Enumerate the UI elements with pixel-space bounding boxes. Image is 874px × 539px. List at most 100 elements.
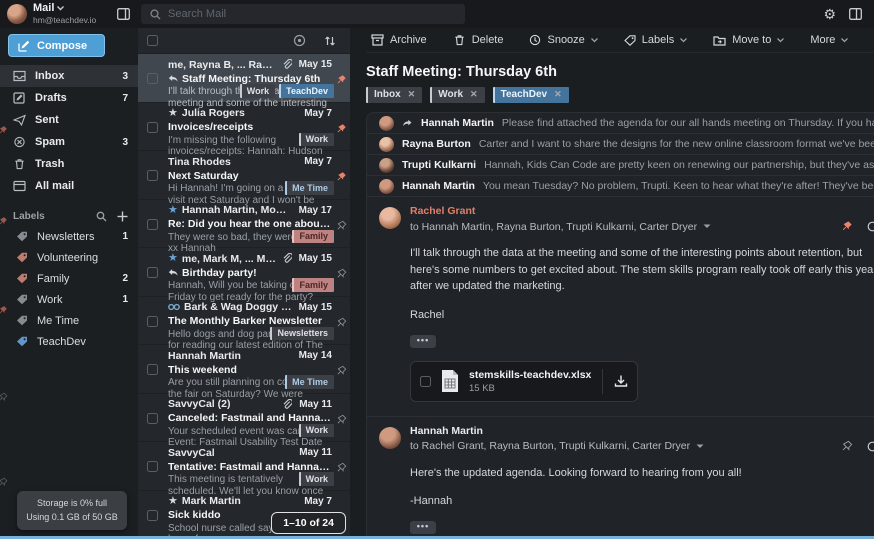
sender-name[interactable]: Rachel Grant xyxy=(410,205,475,217)
label-chip[interactable]: Family xyxy=(292,230,334,244)
app-title[interactable]: Mail xyxy=(33,3,54,14)
label-chip[interactable]: Family xyxy=(292,278,334,292)
move-to-button[interactable]: Move to xyxy=(713,34,784,46)
star-icon[interactable]: ★ xyxy=(168,496,178,507)
collapsed-message[interactable]: Hannah Martin Please find attached the a… xyxy=(367,113,874,134)
message-row[interactable]: SavvyCal May 11 Tentative: Fastmail and … xyxy=(138,442,350,491)
archive-button[interactable]: Archive xyxy=(371,34,427,46)
label-chip[interactable]: Work xyxy=(240,84,275,98)
collapsed-message[interactable]: Hannah Martin You mean Tuesday? No probl… xyxy=(367,176,874,197)
account-menu[interactable]: Mail hm@teachdev.io xyxy=(0,0,138,28)
sidebar-label-me-time[interactable]: Me Time xyxy=(0,310,138,331)
message-row[interactable]: Hannah Martin May 14 This weekend Are yo… xyxy=(138,345,350,394)
snooze-button[interactable]: Snooze xyxy=(529,34,597,46)
pushpin-icon[interactable] xyxy=(335,220,347,232)
thread-tag-work[interactable]: Work✕ xyxy=(430,87,484,103)
delete-button[interactable]: Snooze Delete xyxy=(453,34,504,46)
more-button[interactable]: More xyxy=(810,34,848,46)
pushpin-icon[interactable] xyxy=(335,414,347,426)
message-row[interactable]: ★ Hannah Martin, Mom (4) May 17 Re: Did … xyxy=(138,200,350,249)
row-checkbox[interactable] xyxy=(147,316,158,327)
recipients[interactable]: to Rachel Grant, Rayna Burton, Trupti Ku… xyxy=(410,440,690,452)
pushpin-icon[interactable] xyxy=(335,317,347,329)
sidebar-item-inbox[interactable]: Inbox 3 xyxy=(0,65,138,87)
sidebar-label-family[interactable]: Family 2 xyxy=(0,268,138,289)
collapsed-message[interactable]: Rayna Burton Carter and I want to share … xyxy=(367,134,874,155)
label-chip[interactable]: Newsletters xyxy=(270,327,334,341)
label-chip[interactable]: TeachDev xyxy=(279,84,334,98)
pushpin-icon[interactable] xyxy=(335,171,347,183)
sidebar-item-trash[interactable]: Trash xyxy=(0,153,138,175)
quoted-text-toggle[interactable]: ••• xyxy=(410,335,436,348)
remove-tag-icon[interactable]: ✕ xyxy=(408,89,416,100)
message-row[interactable]: SavvyCal (2) May 11 Canceled: Fastmail a… xyxy=(138,394,350,443)
unread-toggle-icon[interactable] xyxy=(867,221,874,232)
compose-button[interactable]: Compose xyxy=(8,34,105,57)
star-icon[interactable]: ★ xyxy=(168,253,178,264)
labels-button[interactable]: Labels xyxy=(624,34,687,46)
sidebar-label-work[interactable]: Work 1 xyxy=(0,289,138,310)
message-row[interactable]: Tina Rhodes May 7 Next Saturday Hi Hanna… xyxy=(138,151,350,200)
star-icon[interactable]: ★ xyxy=(168,205,178,216)
row-checkbox[interactable] xyxy=(147,267,158,278)
message-row[interactable]: ★ me, Mark M, ... Mary G (8) May 15 Birt… xyxy=(138,248,350,297)
row-checkbox[interactable] xyxy=(147,122,158,133)
settings-gear-icon[interactable]: ⚙ xyxy=(823,7,836,21)
tag-icon xyxy=(624,35,636,46)
message-row[interactable]: me, Rayna B, ... Rachel G (6) May 15 Sta… xyxy=(138,54,350,103)
read-filter-icon[interactable] xyxy=(293,34,306,47)
message-row[interactable]: Bark & Wag Doggy Daycare May 15 The Mont… xyxy=(138,297,350,346)
spreadsheet-file-icon xyxy=(440,369,460,393)
label-search-icon[interactable] xyxy=(96,211,107,222)
sidebar-item-drafts[interactable]: Drafts 7 xyxy=(0,87,138,109)
download-icon[interactable] xyxy=(614,374,628,388)
pushpin-icon[interactable] xyxy=(335,462,347,474)
sidebar-label-newsletters[interactable]: Newsletters 1 xyxy=(0,226,138,247)
unread-toggle-icon[interactable] xyxy=(867,441,874,452)
label-chip[interactable]: Work xyxy=(299,133,334,147)
add-label-icon[interactable] xyxy=(117,211,128,222)
sidebar-item-all-mail[interactable]: All mail xyxy=(0,175,138,197)
star-icon[interactable]: ★ xyxy=(168,108,178,119)
sidebar-toggle-icon[interactable] xyxy=(117,8,130,20)
label-chip[interactable]: Me Time xyxy=(285,375,334,389)
quoted-text-toggle[interactable]: ••• xyxy=(410,521,436,534)
row-checkbox[interactable] xyxy=(147,510,158,521)
chevron-down-icon[interactable] xyxy=(703,224,711,229)
label-chip[interactable]: Me Time xyxy=(285,181,334,195)
chevron-down-icon[interactable] xyxy=(696,444,704,449)
avatar[interactable] xyxy=(7,4,27,24)
remove-tag-icon[interactable]: ✕ xyxy=(470,89,478,100)
remove-tag-icon[interactable]: ✕ xyxy=(554,89,562,100)
label-chip[interactable]: Work xyxy=(299,472,334,486)
label-chip[interactable]: Work xyxy=(299,424,334,438)
pushpin-icon[interactable] xyxy=(840,220,853,233)
row-checkbox[interactable] xyxy=(147,219,158,230)
sidebar-label-volunteering[interactable]: Volunteering xyxy=(0,247,138,268)
select-all-checkbox[interactable] xyxy=(147,35,158,46)
thread-tag-teachdev[interactable]: TeachDev✕ xyxy=(493,87,569,103)
reading-pane-toggle-icon[interactable] xyxy=(849,8,862,20)
message-row[interactable]: ★ Julia Rogers May 7 Invoices/receipts I… xyxy=(138,103,350,152)
attachment-card[interactable]: stemskills-teachdev.xlsx 15 KB xyxy=(410,361,638,402)
row-checkbox[interactable] xyxy=(147,461,158,472)
row-checkbox[interactable] xyxy=(147,413,158,424)
sender-name[interactable]: Hannah Martin xyxy=(410,425,483,437)
thread-tag-inbox[interactable]: Inbox✕ xyxy=(366,87,422,103)
row-checkbox[interactable] xyxy=(147,73,158,84)
sidebar-item-sent[interactable]: Sent xyxy=(0,109,138,131)
row-checkbox[interactable] xyxy=(147,170,158,181)
sidebar-item-spam[interactable]: Spam 3 xyxy=(0,131,138,153)
pushpin-icon[interactable] xyxy=(840,440,853,453)
pushpin-icon[interactable] xyxy=(335,123,347,135)
attachment-checkbox[interactable] xyxy=(420,376,431,387)
sidebar-label-teachdev[interactable]: TeachDev xyxy=(0,331,138,352)
search-input[interactable]: Search Mail xyxy=(141,4,465,24)
recipients[interactable]: to Hannah Martin, Rayna Burton, Trupti K… xyxy=(410,221,697,233)
pushpin-icon[interactable] xyxy=(335,365,347,377)
collapsed-message[interactable]: Trupti Kulkarni Hannah, Kids Can Code ar… xyxy=(367,155,874,176)
row-checkbox[interactable] xyxy=(147,364,158,375)
pushpin-icon[interactable] xyxy=(335,268,347,280)
sort-icon[interactable] xyxy=(324,35,336,47)
pushpin-icon[interactable] xyxy=(335,74,347,86)
